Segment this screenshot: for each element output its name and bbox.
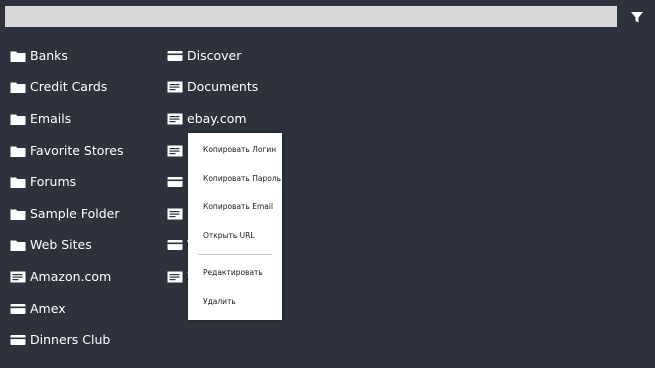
item-label: ebay.com	[187, 110, 247, 126]
list-item[interactable]: Discover	[167, 40, 258, 72]
list-item[interactable]: ebay.com	[167, 103, 258, 135]
card-icon	[10, 302, 26, 316]
note-icon	[167, 112, 183, 126]
context-menu: Копировать Логин Копировать Пароль Копир…	[188, 133, 282, 320]
item-label: Amex	[30, 300, 66, 316]
card-icon	[10, 333, 26, 347]
folder-icon	[10, 144, 26, 158]
item-label: Documents	[187, 79, 259, 95]
menu-item-delete[interactable]: Удалить	[203, 294, 278, 310]
menu-item-copy-email[interactable]: Копировать Email	[203, 199, 278, 215]
menu-divider	[198, 254, 272, 255]
folder-icon	[10, 175, 26, 189]
item-label: Sample Folder	[30, 205, 120, 221]
note-icon	[10, 270, 26, 284]
item-label: Credit Cards	[30, 79, 108, 95]
menu-item-copy-login[interactable]: Копировать Логин	[203, 142, 278, 158]
card-icon	[167, 49, 183, 63]
filter-icon	[631, 12, 643, 23]
item-label: Discover	[187, 47, 242, 63]
folder-icon	[10, 80, 26, 94]
list-item[interactable]: Documents	[167, 72, 258, 104]
list-item[interactable]: Banks	[10, 40, 123, 72]
list-item[interactable]: Favorite Stores	[10, 135, 123, 167]
note-icon	[167, 80, 183, 94]
note-icon	[167, 270, 183, 284]
item-label: Dinners Club	[30, 332, 111, 348]
list-item[interactable]: Web Sites	[10, 230, 123, 262]
item-label: Amazon.com	[30, 268, 112, 284]
item-label: Favorite Stores	[30, 142, 124, 158]
list-item[interactable]: Sample Folder	[10, 198, 123, 230]
folder-list: Banks Credit Cards Emails Favorite Store…	[10, 40, 123, 356]
folder-icon	[10, 112, 26, 126]
search-input[interactable]	[5, 6, 617, 27]
card-icon	[167, 238, 183, 252]
card-icon	[167, 175, 183, 189]
folder-icon	[10, 238, 26, 252]
note-icon	[167, 207, 183, 221]
list-item[interactable]: Credit Cards	[10, 72, 123, 104]
filter-button[interactable]	[628, 8, 646, 26]
folder-icon	[10, 49, 26, 63]
list-item[interactable]: Forums	[10, 166, 123, 198]
item-label: Banks	[30, 47, 68, 63]
menu-item-edit[interactable]: Редактировать	[203, 265, 278, 281]
folder-icon	[10, 207, 26, 221]
list-item[interactable]: Emails	[10, 103, 123, 135]
item-label: Web Sites	[30, 237, 92, 253]
menu-item-copy-password[interactable]: Копировать Пароль	[203, 171, 281, 187]
list-item[interactable]: Amazon.com	[10, 261, 123, 293]
item-label: Forums	[30, 174, 77, 190]
menu-item-open-url[interactable]: Открыть URL	[203, 228, 278, 244]
list-item[interactable]: Amex	[10, 293, 123, 325]
note-icon	[167, 144, 183, 158]
item-label: Emails	[30, 110, 72, 126]
list-item[interactable]: Dinners Club	[10, 324, 123, 356]
